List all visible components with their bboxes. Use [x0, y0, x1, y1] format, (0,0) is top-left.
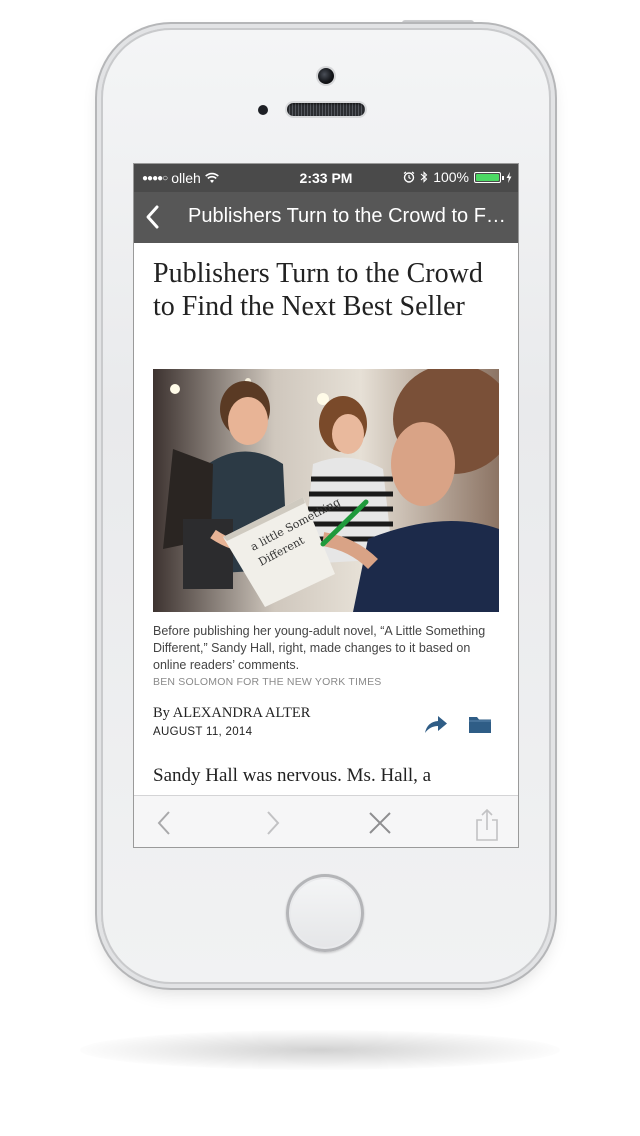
- byline: By ALEXANDRA ALTER: [153, 705, 310, 722]
- toolbar-share-button[interactable]: [472, 808, 502, 841]
- phone-shadow: [80, 1030, 560, 1070]
- photo-caption: Before publishing her young-adult novel,…: [153, 624, 486, 672]
- article-headline: Publishers Turn to the Crowd to Find the…: [153, 258, 483, 322]
- browser-toolbar: [134, 795, 518, 847]
- toolbar-close-button[interactable]: [365, 808, 395, 838]
- publish-date: AUGUST 11, 2014: [153, 726, 253, 738]
- alarm-icon: [403, 171, 415, 183]
- back-button[interactable]: [142, 202, 166, 232]
- photo-illustration: a little Something Different: [153, 369, 499, 612]
- back-arrow-icon: [157, 811, 170, 835]
- earpiece-speaker: [287, 103, 365, 116]
- proximity-sensor: [258, 105, 268, 115]
- forward-arrow-icon: [267, 811, 280, 835]
- bluetooth-icon: [420, 171, 428, 183]
- photo-credit: BEN SOLOMON FOR THE NEW YORK TIMES: [153, 676, 382, 688]
- share-out-icon: [476, 808, 498, 841]
- article-body-start: Sandy Hall was nervous. Ms. Hall, a: [153, 765, 432, 786]
- chevron-left-icon: [146, 205, 159, 229]
- nav-title: Publishers Turn to the Crowd to Find the…: [188, 205, 508, 227]
- battery-icon: [474, 171, 504, 183]
- toolbar-back-button[interactable]: [150, 808, 180, 838]
- home-button[interactable]: [286, 874, 364, 952]
- byline-prefix: By: [153, 705, 173, 721]
- front-camera: [318, 68, 334, 84]
- share-icon: [425, 716, 447, 733]
- author-name[interactable]: ALEXANDRA ALTER: [173, 705, 311, 721]
- article-content[interactable]: Publishers Turn to the Crowd to Find the…: [134, 243, 518, 795]
- toolbar-forward-button[interactable]: [257, 808, 287, 838]
- nav-bar: Publishers Turn to the Crowd to Find the…: [134, 192, 518, 243]
- status-bar: ●●●●○ olleh 2:33 PM 100%: [134, 164, 518, 192]
- close-icon: [369, 812, 391, 834]
- battery-level: [476, 173, 499, 181]
- folder-icon: [469, 717, 491, 733]
- share-button[interactable]: [423, 713, 449, 735]
- screen: ●●●●○ olleh 2:33 PM 100% Publishers Turn…: [133, 163, 519, 848]
- save-button[interactable]: [467, 712, 493, 736]
- battery-percent: 100%: [433, 169, 469, 185]
- power-button: [402, 20, 474, 28]
- charging-icon: [506, 171, 512, 183]
- article-photo[interactable]: a little Something Different: [153, 369, 499, 612]
